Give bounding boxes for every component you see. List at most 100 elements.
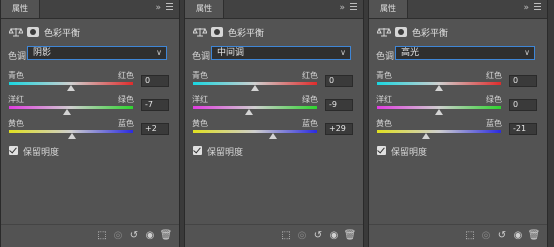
slider-left-label: 青色 xyxy=(8,71,24,80)
visibility-eye-icon[interactable]: ◉ xyxy=(326,230,342,242)
preserve-luminosity-label: 保留明度 xyxy=(207,148,244,158)
footer-icons: ⬚ ◎ ↺ ◉ 🗑 xyxy=(278,230,358,242)
trash-icon[interactable]: 🗑 xyxy=(526,230,542,242)
panel-tabbar: 属性 » xyxy=(185,0,363,19)
view-previous-icon[interactable]: ◎ xyxy=(478,230,494,242)
panel-footer: ⬚ ◎ ↺ ◉ 🗑 xyxy=(185,224,363,247)
slider-thumb[interactable] xyxy=(67,85,75,91)
tone-label: 色调: xyxy=(8,52,30,62)
slider-value-input[interactable]: +29 xyxy=(325,123,353,135)
slider-thumb[interactable] xyxy=(62,109,71,115)
view-previous-icon[interactable]: ◎ xyxy=(110,230,126,242)
chevron-down-icon: ∨ xyxy=(524,48,530,57)
panel-footer: ⬚ ◎ ↺ ◉ 🗑 xyxy=(1,224,179,247)
slider-left-label: 青色 xyxy=(192,71,208,80)
slider-thumb[interactable] xyxy=(251,85,259,91)
preserve-luminosity-label: 保留明度 xyxy=(391,148,428,158)
tone-select[interactable]: 高光 ∨ xyxy=(395,46,535,60)
tone-select[interactable]: 阴影 ∨ xyxy=(27,46,167,60)
tab-properties[interactable]: 属性 xyxy=(185,0,224,18)
slider-left-label: 洋红 xyxy=(192,95,208,104)
slider-left-label: 洋红 xyxy=(8,95,24,104)
color-balance-icon xyxy=(376,27,392,37)
slider-right-label: 绿色 xyxy=(118,95,134,104)
clip-to-layer-icon[interactable]: ⬚ xyxy=(94,230,110,242)
panel-menu-icon[interactable] xyxy=(534,3,541,11)
preserve-luminosity-label: 保留明度 xyxy=(23,148,60,158)
slider-value-input[interactable]: -7 xyxy=(141,99,169,111)
tone-select[interactable]: 中间调 ∨ xyxy=(211,46,351,60)
panel-footer: ⬚ ◎ ↺ ◉ 🗑 xyxy=(369,224,547,247)
slider-track[interactable] xyxy=(193,106,317,109)
visibility-eye-icon[interactable]: ◉ xyxy=(510,230,526,242)
slider-thumb[interactable] xyxy=(435,85,443,91)
slider-thumb[interactable] xyxy=(245,109,254,115)
layer-mask-icon[interactable] xyxy=(395,27,407,37)
slider-value-input[interactable]: 0 xyxy=(509,75,537,87)
view-previous-icon[interactable]: ◎ xyxy=(294,230,310,242)
footer-icons: ⬚ ◎ ↺ ◉ 🗑 xyxy=(462,230,542,242)
tone-label: 色调: xyxy=(376,52,398,62)
slider-track[interactable] xyxy=(377,130,501,133)
tone-value: 高光 xyxy=(401,48,420,58)
tab-properties[interactable]: 属性 xyxy=(1,0,40,18)
slider-value-input[interactable]: 0 xyxy=(325,75,353,87)
adjustment-header: 色彩平衡 xyxy=(369,22,547,42)
tone-value: 中间调 xyxy=(217,48,245,58)
tone-row: 色调: 高光 ∨ xyxy=(369,46,547,62)
properties-panel: 属性 » 色彩平衡 色调: 高光 ∨ 青色 红色 0 洋红 绿色 0 黄色 蓝色 -21 保留明度 ⬚ ◎ ↺ ◉ 🗑 xyxy=(368,0,548,247)
reset-icon[interactable]: ↺ xyxy=(310,230,326,242)
reset-icon[interactable]: ↺ xyxy=(494,230,510,242)
panel-menu-icon[interactable] xyxy=(350,3,357,11)
slider-value-input[interactable]: -21 xyxy=(509,123,537,135)
adjustment-title: 色彩平衡 xyxy=(44,29,81,39)
slider-value-input[interactable]: 0 xyxy=(141,75,169,87)
slider-track[interactable] xyxy=(193,130,317,133)
tone-row: 色调: 中间调 ∨ xyxy=(185,46,363,62)
slider-left-label: 黄色 xyxy=(8,119,24,128)
slider-left-label: 青色 xyxy=(376,71,392,80)
adjustment-header: 色彩平衡 xyxy=(185,22,363,42)
slider-left-label: 洋红 xyxy=(376,95,392,104)
slider-right-label: 绿色 xyxy=(302,95,318,104)
collapse-panel-icon[interactable]: » xyxy=(155,3,161,14)
color-balance-icon xyxy=(192,27,208,37)
chevron-down-icon: ∨ xyxy=(340,48,346,57)
properties-panel: 属性 » 色彩平衡 色调: 阴影 ∨ 青色 红色 0 洋红 绿色 -7 黄色 蓝色 +2 保留明度 ⬚ ◎ ↺ ◉ 🗑 xyxy=(0,0,180,247)
slider-left-label: 黄色 xyxy=(192,119,208,128)
collapse-panel-icon[interactable]: » xyxy=(523,3,529,14)
slider-track[interactable] xyxy=(9,106,133,109)
slider-value-input[interactable]: +2 xyxy=(141,123,169,135)
collapse-panel-icon[interactable]: » xyxy=(339,3,345,14)
tone-value: 阴影 xyxy=(33,48,52,58)
slider-right-label: 红色 xyxy=(302,71,318,80)
reset-icon[interactable]: ↺ xyxy=(126,230,142,242)
trash-icon[interactable]: 🗑 xyxy=(158,230,174,242)
layer-mask-icon[interactable] xyxy=(27,27,39,37)
slider-thumb[interactable] xyxy=(435,109,443,115)
layer-mask-icon[interactable] xyxy=(211,27,223,37)
slider-right-label: 红色 xyxy=(118,71,134,80)
chevron-down-icon: ∨ xyxy=(156,48,162,57)
slider-right-label: 蓝色 xyxy=(302,119,318,128)
adjustment-header: 色彩平衡 xyxy=(1,22,179,42)
clip-to-layer-icon[interactable]: ⬚ xyxy=(462,230,478,242)
slider-thumb[interactable] xyxy=(268,133,277,139)
tab-properties[interactable]: 属性 xyxy=(369,0,408,18)
slider-value-input[interactable]: 0 xyxy=(509,99,537,111)
preserve-luminosity-checkbox[interactable] xyxy=(193,146,202,155)
clip-to-layer-icon[interactable]: ⬚ xyxy=(278,230,294,242)
panel-tabbar: 属性 » xyxy=(1,0,179,19)
slider-right-label: 绿色 xyxy=(486,95,502,104)
trash-icon[interactable]: 🗑 xyxy=(342,230,358,242)
visibility-eye-icon[interactable]: ◉ xyxy=(142,230,158,242)
slider-thumb[interactable] xyxy=(68,133,77,139)
panel-menu-icon[interactable] xyxy=(166,3,173,11)
footer-icons: ⬚ ◎ ↺ ◉ 🗑 xyxy=(94,230,174,242)
slider-right-label: 蓝色 xyxy=(486,119,502,128)
slider-value-input[interactable]: -9 xyxy=(325,99,353,111)
slider-thumb[interactable] xyxy=(421,133,430,139)
preserve-luminosity-checkbox[interactable] xyxy=(9,146,18,155)
slider-left-label: 黄色 xyxy=(376,119,392,128)
preserve-luminosity-checkbox[interactable] xyxy=(377,146,386,155)
